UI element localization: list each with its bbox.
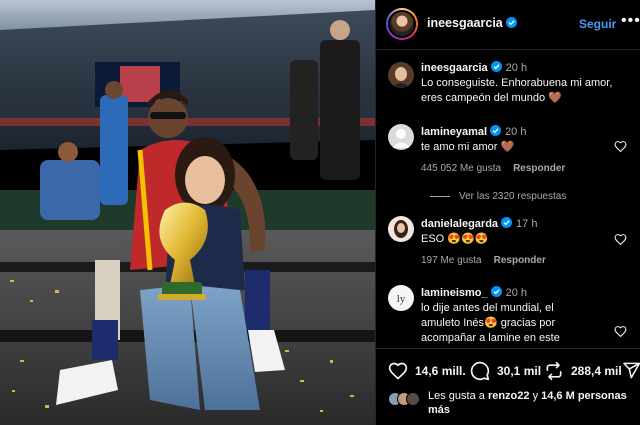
repost-icon (546, 361, 562, 381)
verified-icon (490, 61, 502, 72)
svg-text:ly: ly (397, 293, 406, 305)
author-username[interactable]: ineesgaarcia (427, 16, 517, 30)
liked-by-connector: y (532, 390, 539, 402)
comment-button[interactable]: 30,1 mil (470, 361, 541, 381)
comment-meta: 197 Me gusta Responder (421, 255, 546, 266)
post-header: ineesgaarcia Seguir ••• (376, 0, 640, 50)
view-replies-link[interactable]: Ver las 2320 respuestas (430, 191, 566, 202)
reply-button[interactable]: Responder (513, 163, 565, 174)
caption-time[interactable]: 20 h (506, 62, 527, 74)
send-icon[interactable] (622, 361, 640, 380)
liked-by-prefix: Les gusta a (428, 390, 485, 402)
comments-list[interactable]: ineesgaarcia 20 h Lo conseguiste. Enhorab… (376, 50, 640, 346)
comment-meta: 445 052 Me gusta Responder (421, 163, 565, 174)
follow-button[interactable]: Seguir (579, 17, 616, 31)
comment-time[interactable]: 17 h (516, 218, 537, 230)
share-count: 288,4 mil (571, 364, 622, 378)
comment-header: lamineismo_ 20 h (421, 286, 527, 301)
like-comment-heart-icon[interactable] (614, 140, 627, 153)
liked-by-count[interactable]: 14,6 M personas (541, 390, 627, 402)
like-comment-heart-icon[interactable] (614, 233, 627, 246)
comment-header: danielalegarda 17 h (421, 217, 537, 232)
liked-by-suffix[interactable]: más (428, 404, 450, 416)
more-options-icon[interactable]: ••• (621, 12, 640, 30)
heart-icon (388, 362, 408, 380)
comment-likes[interactable]: 197 Me gusta (421, 255, 482, 266)
author-avatar[interactable] (386, 8, 418, 40)
comment-text-line-3: acompañar a lamine en este (421, 332, 560, 344)
caption-header: ineesgaarcia 20 h (421, 61, 527, 76)
comment-avatar[interactable] (388, 216, 414, 242)
comment-header: lamineyamal 20 h (421, 125, 526, 140)
comment-text: ESO 😍😍😍 (421, 233, 489, 245)
post-sidebar: ineesgaarcia Seguir ••• ineesgaarcia 20 h… (375, 0, 640, 425)
comment-text: te amo mi amor 🤎 (421, 141, 515, 153)
reply-button[interactable]: Responder (494, 255, 546, 266)
comment-time[interactable]: 20 h (506, 287, 527, 299)
liked-by-text: Les gusta a renzo22 y 14,6 M personas má… (428, 389, 633, 417)
comment-avatar[interactable]: ly (388, 285, 414, 311)
comment-text-line-1: lo dije antes del mundial, el (421, 302, 554, 314)
liker-avatar[interactable] (406, 392, 420, 406)
caption-avatar[interactable] (388, 62, 414, 88)
caption-username[interactable]: ineesgaarcia (421, 62, 488, 74)
verified-icon (505, 17, 517, 28)
comment-username[interactable]: lamineismo_ (421, 287, 488, 299)
comment-username[interactable]: lamineyamal (421, 126, 487, 138)
like-comment-heart-icon[interactable] (614, 325, 627, 338)
verified-icon (490, 286, 502, 297)
comment-icon (470, 361, 490, 381)
comment-likes[interactable]: 445 052 Me gusta (421, 163, 501, 174)
repost-button[interactable]: 288,4 mil (544, 361, 622, 381)
comment-count: 30,1 mil (497, 364, 542, 378)
verified-icon (501, 217, 513, 228)
caption-text-line-1: Lo conseguiste. Enhorabuena mi amor, (421, 77, 613, 89)
comment-username[interactable]: danielalegarda (421, 218, 498, 230)
like-count: 14,6 mill. (415, 364, 466, 378)
author-username-text[interactable]: ineesgaarcia (427, 16, 503, 30)
liked-by-user[interactable]: renzo22 (488, 390, 530, 402)
post-photo[interactable] (0, 0, 375, 425)
comment-time[interactable]: 20 h (505, 126, 526, 138)
verified-icon (490, 125, 502, 136)
view-replies-label[interactable]: Ver las 2320 respuestas (459, 191, 566, 202)
comment-text-line-2: amuleto Inés😍 gracias por (421, 317, 556, 329)
comment-avatar[interactable] (388, 124, 414, 150)
like-button[interactable]: 14,6 mill. (388, 361, 466, 381)
post-actions: 14,6 mill. 30,1 mil 288,4 mil Les gusta … (376, 348, 640, 425)
caption-text-line-2: eres campeón del mundo 🤎 (421, 92, 562, 104)
